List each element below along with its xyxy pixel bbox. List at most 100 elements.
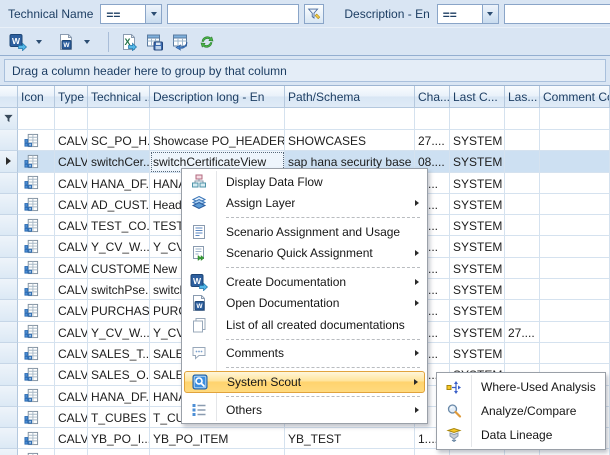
cell-last_changed_by[interactable]: SYSTEM: [450, 258, 505, 279]
cell-type[interactable]: CALV: [55, 449, 88, 455]
cell-technical[interactable]: Y_CV_W...: [88, 236, 150, 257]
cell-last[interactable]: [505, 449, 540, 455]
cell-comment[interactable]: [540, 215, 610, 236]
cell-type[interactable]: CALV: [55, 407, 88, 428]
filter-input-description-en[interactable]: [504, 4, 610, 24]
cell-indicator[interactable]: [0, 279, 18, 300]
cell-indicator[interactable]: [0, 428, 18, 449]
menu-item-analyze-compare[interactable]: Analyze/Compare: [439, 399, 603, 423]
cell-comment[interactable]: [540, 300, 610, 321]
cell-indicator[interactable]: [0, 386, 18, 407]
cell-type[interactable]: CALV: [55, 215, 88, 236]
cell-last_changed_by[interactable]: SYSTEM: [450, 300, 505, 321]
operator-select-description-en[interactable]: ==: [437, 4, 499, 24]
table-row[interactable]: CALVYB_TESTOKT...YB_TEST26....SYSTEM: [0, 449, 610, 455]
cell-technical[interactable]: T_CUBES: [88, 407, 150, 428]
cell-icon[interactable]: [18, 258, 55, 279]
filter-cell-last_changed_by[interactable]: [450, 108, 505, 130]
menu-item-assign-layer[interactable]: Assign Layer: [184, 193, 425, 215]
filter-cell-indicator[interactable]: [0, 108, 18, 130]
cell-last[interactable]: [505, 343, 540, 364]
menu-item-data-lineage[interactable]: Data Lineage: [439, 423, 603, 447]
cell-type[interactable]: CALV: [55, 173, 88, 194]
cell-technical[interactable]: CUSTOME...: [88, 258, 150, 279]
cell-technical[interactable]: switchPse...: [88, 279, 150, 300]
cell-last_changed_by[interactable]: SYSTEM: [450, 236, 505, 257]
menu-item-scenario-assignment-and-usage[interactable]: Scenario Assignment and Usage: [184, 221, 425, 243]
cell-comment[interactable]: [540, 279, 610, 300]
cell-icon[interactable]: [18, 343, 55, 364]
filter-cell-last[interactable]: [505, 108, 540, 130]
cell-last_changed_by[interactable]: SYSTEM: [450, 151, 505, 172]
filter-cell-path[interactable]: [285, 108, 415, 130]
group-by-hint[interactable]: Drag a column header here to group by th…: [4, 59, 606, 82]
cell-comment[interactable]: [540, 322, 610, 343]
cell-icon[interactable]: [18, 386, 55, 407]
cell-last[interactable]: [505, 258, 540, 279]
column-header-icon[interactable]: Icon: [18, 86, 55, 108]
cell-type[interactable]: CALV: [55, 258, 88, 279]
cell-technical[interactable]: HANA_DF...: [88, 173, 150, 194]
cell-technical[interactable]: AD_CUST...: [88, 194, 150, 215]
cell-technical[interactable]: SALES_O...: [88, 364, 150, 385]
cell-type[interactable]: CALV: [55, 300, 88, 321]
cell-type[interactable]: CALV: [55, 343, 88, 364]
filter-cell-comment[interactable]: [540, 108, 610, 130]
column-header-comment[interactable]: Comment Con: [540, 86, 610, 108]
menu-item-open-documentation[interactable]: WOpen Documentation: [184, 293, 425, 315]
cell-last[interactable]: [505, 215, 540, 236]
cell-comment[interactable]: [540, 449, 610, 455]
cell-comment[interactable]: [540, 151, 610, 172]
cell-last[interactable]: [505, 279, 540, 300]
cell-technical[interactable]: switchCer...: [88, 151, 150, 172]
cell-type[interactable]: CALV: [55, 130, 88, 151]
cell-indicator[interactable]: [0, 343, 18, 364]
cell-comment[interactable]: [540, 343, 610, 364]
cell-indicator[interactable]: [0, 322, 18, 343]
cell-comment[interactable]: [540, 194, 610, 215]
cell-last[interactable]: [505, 300, 540, 321]
cell-icon[interactable]: [18, 428, 55, 449]
cell-last_changed_by[interactable]: SYSTEM: [450, 279, 505, 300]
menu-item-system-scout[interactable]: System Scout: [184, 371, 425, 393]
cell-technical[interactable]: Y_CV_W...: [88, 322, 150, 343]
cell-description[interactable]: YB_PO_ITEM: [150, 428, 285, 449]
menu-item-list-of-all-created-documentations[interactable]: List of all created documentations: [184, 314, 425, 336]
column-header-path[interactable]: Path/Schema: [285, 86, 415, 108]
cell-technical[interactable]: PURCHAS...: [88, 300, 150, 321]
cell-icon[interactable]: [18, 194, 55, 215]
column-header-last_changed_by[interactable]: Last C...: [450, 86, 505, 108]
cell-last_changed_by[interactable]: SYSTEM: [450, 449, 505, 455]
cell-icon[interactable]: [18, 215, 55, 236]
column-header-type[interactable]: Type: [55, 86, 88, 108]
cell-last_changed_by[interactable]: SYSTEM: [450, 322, 505, 343]
cell-indicator[interactable]: [0, 300, 18, 321]
cell-icon[interactable]: [18, 130, 55, 151]
menu-item-comments[interactable]: Comments: [184, 343, 425, 365]
cell-icon[interactable]: [18, 300, 55, 321]
dropdown-button[interactable]: [482, 5, 498, 23]
word-export-button[interactable]: W: [6, 31, 30, 53]
cell-indicator[interactable]: [0, 173, 18, 194]
cell-icon[interactable]: [18, 407, 55, 428]
filter-cell-description[interactable]: [150, 108, 285, 130]
column-header-description[interactable]: Description long - En: [150, 86, 285, 108]
cell-last[interactable]: 27....: [505, 322, 540, 343]
menu-item-others[interactable]: Others: [184, 400, 425, 422]
cell-last_changed_by[interactable]: SYSTEM: [450, 194, 505, 215]
cell-type[interactable]: CALV: [55, 322, 88, 343]
cell-icon[interactable]: [18, 449, 55, 455]
cell-last[interactable]: [505, 194, 540, 215]
cell-icon[interactable]: [18, 279, 55, 300]
edit-filter-button[interactable]: [304, 4, 324, 24]
cell-technical[interactable]: TEST_CO...: [88, 215, 150, 236]
cell-path[interactable]: SHOWCASES: [285, 130, 415, 151]
cell-type[interactable]: CALV: [55, 194, 88, 215]
cell-icon[interactable]: [18, 151, 55, 172]
dropdown-button[interactable]: [145, 5, 161, 23]
dropdown-button[interactable]: [80, 31, 94, 53]
filter-cell-changed[interactable]: [415, 108, 450, 130]
cell-last_changed_by[interactable]: SYSTEM: [450, 173, 505, 194]
cell-description[interactable]: Showcase PO_HEADER: [150, 130, 285, 151]
cell-last[interactable]: [505, 236, 540, 257]
